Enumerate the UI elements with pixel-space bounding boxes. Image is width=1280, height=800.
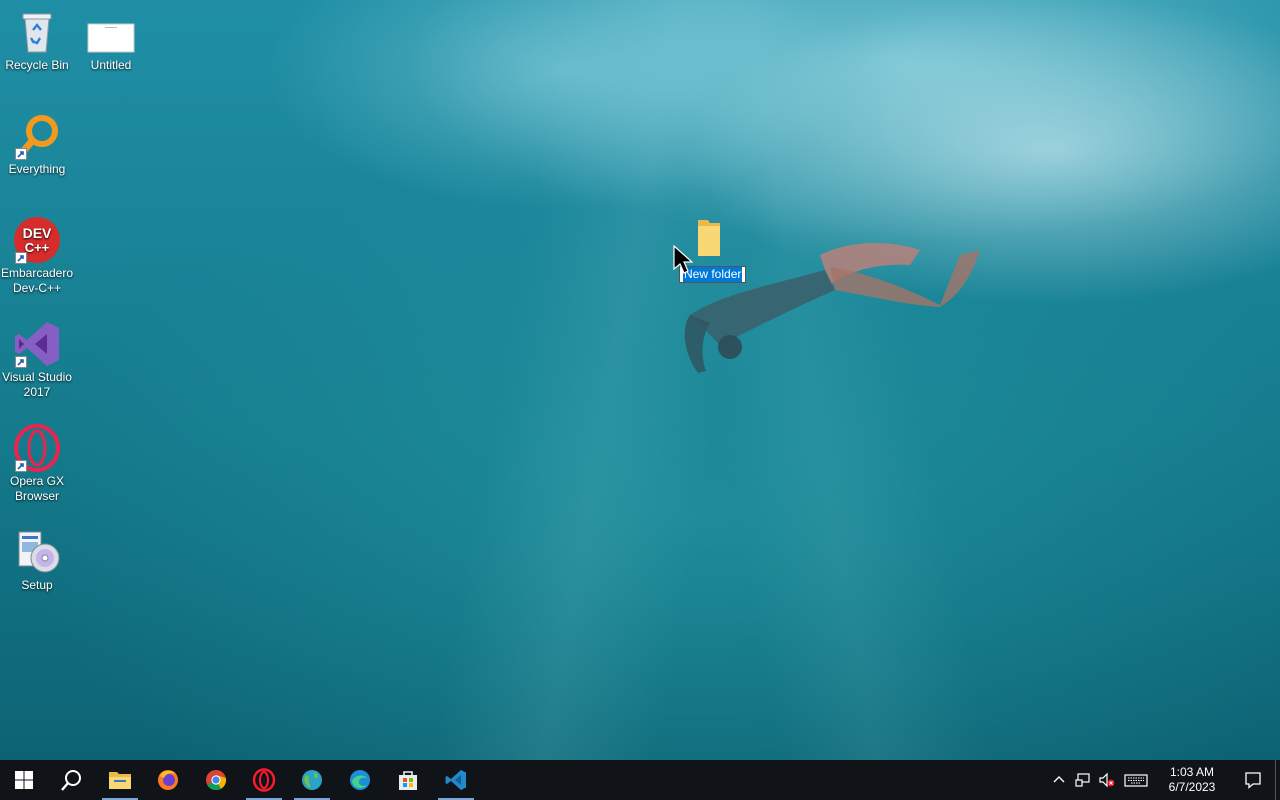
keyboard-icon xyxy=(1124,774,1148,787)
search-button[interactable] xyxy=(48,760,96,800)
shortcut-arrow-icon xyxy=(15,356,27,368)
firefox-button[interactable] xyxy=(144,760,192,800)
clock-time: 1:03 AM xyxy=(1169,765,1215,779)
store-icon xyxy=(399,771,417,790)
store-button[interactable] xyxy=(384,760,432,800)
chrome-button[interactable] xyxy=(192,760,240,800)
edge-button[interactable] xyxy=(336,760,384,800)
desktop-icon-untitled[interactable]: Untitled xyxy=(74,8,148,73)
shortcut-arrow-icon xyxy=(15,460,27,472)
devcpp-icon: DEV C++ xyxy=(13,216,61,264)
desktop-icon-opera-gx[interactable]: Opera GX Browser xyxy=(0,424,74,504)
network-icon xyxy=(1075,773,1090,787)
touch-keyboard-button[interactable] xyxy=(1119,760,1153,800)
show-desktop-button[interactable] xyxy=(1275,760,1280,800)
chevron-up-icon xyxy=(1053,776,1065,783)
setup-icon xyxy=(13,528,61,576)
desktop-icon-recycle-bin[interactable]: Recycle Bin xyxy=(0,8,74,73)
desktop-icon-everything[interactable]: Everything xyxy=(0,112,74,177)
document-icon xyxy=(87,8,135,56)
taskbar: 1:03 AM 6/7/2023 xyxy=(0,760,1280,800)
vscode-icon xyxy=(445,770,466,790)
mouse-cursor-icon xyxy=(673,245,693,274)
desktop-icon-label: Setup xyxy=(21,578,53,592)
volume-button[interactable] xyxy=(1095,760,1119,800)
globe-icon xyxy=(302,770,322,790)
clock-date: 6/7/2023 xyxy=(1168,780,1216,794)
shortcut-arrow-icon xyxy=(15,148,27,160)
opera-gx-icon xyxy=(13,424,61,472)
desktop-icon-label: Everything xyxy=(8,162,66,176)
volume-muted-icon xyxy=(1099,772,1115,788)
devcpp-badge-line1: DEV xyxy=(23,225,52,241)
desktop-icon-visual-studio[interactable]: Visual Studio 2017 xyxy=(0,320,74,400)
clock[interactable]: 1:03 AM 6/7/2023 xyxy=(1153,765,1231,795)
desktop-icon-label: Untitled xyxy=(90,58,132,72)
desktop-icon-label: Opera GX Browser xyxy=(9,474,65,503)
everything-search-icon xyxy=(13,112,61,160)
action-center-button[interactable] xyxy=(1231,760,1275,800)
firefox-icon xyxy=(158,770,178,790)
desktop-icon-devcpp[interactable]: DEV C++ Embarcadero Dev-C++ xyxy=(0,216,74,296)
chrome-icon xyxy=(206,770,227,791)
desktop-icon-label: Embarcadero Dev-C++ xyxy=(0,266,74,295)
visual-studio-icon xyxy=(13,320,61,368)
start-button[interactable] xyxy=(0,760,48,800)
new-folder-icon[interactable] xyxy=(694,218,724,258)
vscode-button[interactable] xyxy=(432,760,480,800)
recycle-bin-icon xyxy=(13,8,61,56)
desktop-icon-label: Recycle Bin xyxy=(5,58,69,72)
opera-button[interactable] xyxy=(240,760,288,800)
desktop-icon-setup[interactable]: Setup xyxy=(0,528,74,593)
windows-logo-icon xyxy=(15,771,33,789)
globe-app-button[interactable] xyxy=(288,760,336,800)
shortcut-arrow-icon xyxy=(15,252,27,264)
show-hidden-icons-button[interactable] xyxy=(1047,760,1071,800)
edge-icon xyxy=(350,770,370,790)
search-icon xyxy=(61,770,81,791)
system-tray: 1:03 AM 6/7/2023 xyxy=(1047,760,1280,800)
desktop[interactable]: Recycle Bin Untitled Everything DEV C++ … xyxy=(0,0,1280,760)
desktop-icon-label: Visual Studio 2017 xyxy=(2,370,72,399)
file-explorer-icon xyxy=(109,772,131,789)
action-center-icon xyxy=(1245,772,1261,789)
network-button[interactable] xyxy=(1071,760,1095,800)
file-explorer-button[interactable] xyxy=(96,760,144,800)
opera-icon xyxy=(252,768,276,792)
devcpp-badge-line2: C++ xyxy=(25,240,50,255)
